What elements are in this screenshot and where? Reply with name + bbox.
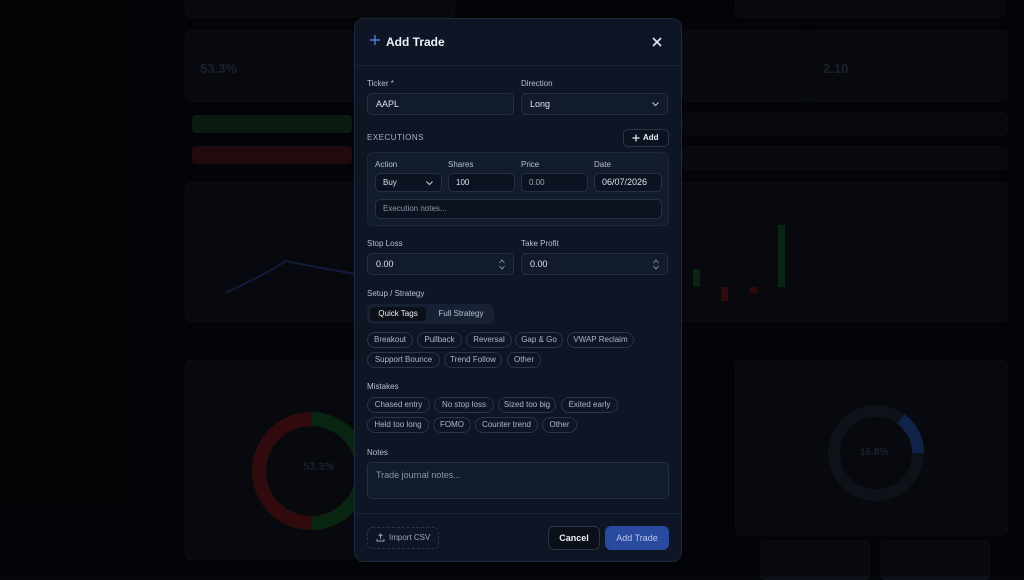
setup-tag[interactable]: VWAP Reclaim (567, 332, 634, 348)
notes-textarea[interactable]: Trade journal notes... (367, 462, 669, 499)
add-execution-button[interactable]: Add (623, 129, 669, 147)
plus-icon (632, 134, 640, 142)
stop-loss-label: Stop Loss (367, 239, 403, 248)
upload-icon (376, 533, 385, 542)
col-action-label: Action (375, 160, 398, 169)
setup-tag[interactable]: Trend Follow (444, 352, 502, 368)
action-value: Buy (383, 178, 397, 187)
tab-full-strategy[interactable]: Full Strategy (431, 307, 491, 321)
modal-footer-divider (355, 513, 681, 514)
shares-value: 100 (456, 178, 470, 187)
col-shares-label: Shares (448, 160, 474, 169)
mistake-tag[interactable]: Sized too big (498, 397, 556, 413)
setup-tabs: Quick Tags Full Strategy (367, 304, 494, 324)
cancel-button[interactable]: Cancel (548, 526, 600, 550)
chevron-down-icon (652, 102, 659, 107)
direction-value: Long (530, 99, 551, 109)
chevron-down-icon (426, 181, 433, 186)
col-price-label: Price (521, 160, 540, 169)
mistakes-label: Mistakes (367, 382, 399, 391)
col-date-label: Date (594, 160, 611, 169)
setup-tag[interactable]: Other (507, 352, 541, 368)
spinner-icon[interactable] (653, 259, 659, 270)
add-execution-label: Add (643, 133, 659, 142)
take-profit-input[interactable]: 0.00 (521, 253, 668, 275)
mistake-tag[interactable]: Chased entry (367, 397, 430, 413)
shares-input[interactable]: 100 (448, 173, 515, 192)
direction-label: Direction (521, 79, 553, 88)
mistake-tag[interactable]: Counter trend (475, 417, 538, 433)
execution-notes-input[interactable]: Execution notes... (375, 199, 662, 219)
mistake-tag[interactable]: FOMO (433, 417, 471, 433)
ticker-input[interactable]: AAPL (367, 93, 514, 115)
plus-icon (370, 35, 380, 45)
mistake-tag[interactable]: Other (542, 417, 577, 433)
import-csv-button[interactable]: Import CSV (367, 527, 439, 549)
mistake-tag[interactable]: No stop loss (434, 397, 494, 413)
mistake-tag[interactable]: Exited early (561, 397, 618, 413)
stop-loss-input[interactable]: 0.00 (367, 253, 514, 275)
price-value: 0.00 (529, 178, 545, 187)
setup-tag[interactable]: Gap & Go (515, 332, 563, 348)
stop-loss-value: 0.00 (376, 259, 394, 269)
action-select[interactable]: Buy (375, 173, 442, 192)
modal-header: Add Trade (355, 19, 681, 66)
date-input[interactable]: 06/07/2026 (594, 173, 662, 192)
price-input[interactable]: 0.00 (521, 173, 588, 192)
mistake-tag[interactable]: Held too long (367, 417, 429, 433)
executions-section-label: EXECUTIONS (367, 133, 425, 142)
direction-select[interactable]: Long (521, 93, 668, 115)
take-profit-value: 0.00 (530, 259, 548, 269)
ticker-label: Ticker * (367, 79, 394, 88)
setup-tag[interactable]: Pullback (417, 332, 462, 348)
add-trade-modal: Add Trade Ticker * AAPL Direction Long E… (354, 18, 682, 562)
modal-title: Add Trade (386, 35, 445, 49)
import-csv-label: Import CSV (389, 533, 431, 542)
tab-quick-tags[interactable]: Quick Tags (370, 307, 426, 321)
add-trade-button[interactable]: Add Trade (605, 526, 669, 550)
close-icon[interactable] (651, 36, 663, 48)
take-profit-label: Take Profit (521, 239, 559, 248)
setup-tag[interactable]: Reversal (466, 332, 512, 348)
spinner-icon[interactable] (499, 259, 505, 270)
setup-label: Setup / Strategy (367, 289, 425, 298)
date-value: 06/07/2026 (602, 177, 648, 187)
notes-label: Notes (367, 448, 388, 457)
setup-tag[interactable]: Breakout (367, 332, 413, 348)
setup-tag[interactable]: Support Bounce (367, 352, 440, 368)
execution-row: Action Shares Price Date Buy 100 0.00 06… (367, 152, 669, 226)
